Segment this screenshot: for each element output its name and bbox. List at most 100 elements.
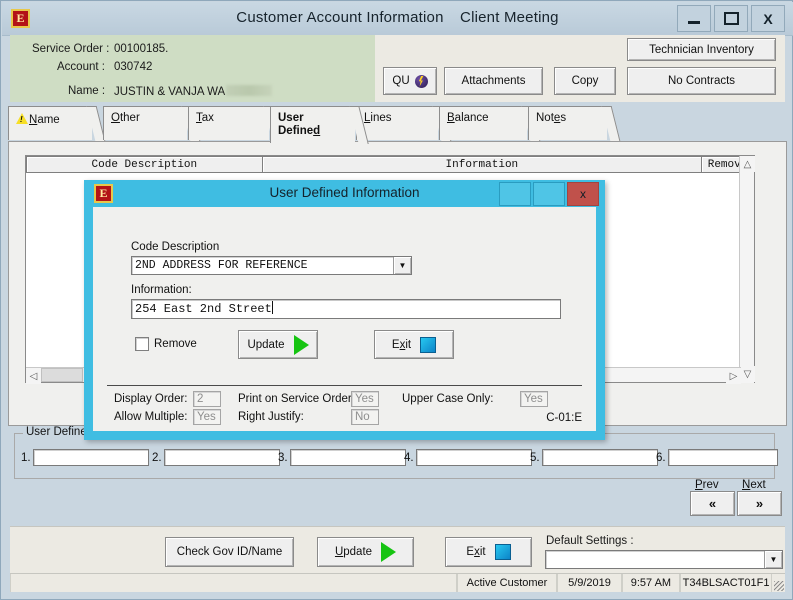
ud-field-2-input[interactable] bbox=[163, 449, 280, 466]
update-button[interactable]: Update bbox=[317, 537, 414, 567]
dialog-titlebar: E User Defined Information x bbox=[84, 180, 605, 207]
ud-field-5-number: 5. bbox=[530, 451, 540, 464]
scroll-down-icon[interactable]: ▽ bbox=[740, 366, 755, 382]
window-controls: X bbox=[674, 5, 785, 32]
status-message bbox=[10, 574, 457, 592]
main-titlebar: E Customer Account Information Client Me… bbox=[2, 2, 793, 36]
upper-case-only-label: Upper Case Only: bbox=[402, 393, 494, 405]
tab-lines[interactable]: Lines bbox=[356, 106, 438, 140]
status-terminal: T34BLSACT01F1 bbox=[679, 574, 773, 592]
technician-inventory-button[interactable]: Technician Inventory bbox=[627, 38, 776, 61]
exit-button-label: Exit bbox=[466, 546, 486, 558]
grid-col-information[interactable]: Information bbox=[262, 156, 703, 173]
status-bar: Active Customer 5/9/2019 9:57 AM T34BLSA… bbox=[10, 573, 785, 592]
resize-grip-icon[interactable] bbox=[772, 574, 785, 592]
ud-field-5-input[interactable] bbox=[541, 449, 658, 466]
window-title-secondary: Client Meeting bbox=[460, 9, 559, 26]
grid-header-row: Code Description Information Remove bbox=[26, 156, 754, 173]
tab-name[interactable]: Name bbox=[8, 106, 92, 140]
text-caret bbox=[271, 301, 273, 314]
information-label: Information: bbox=[131, 284, 192, 296]
information-value: 254 East 2nd Street bbox=[135, 302, 272, 316]
ud-field-4-input[interactable] bbox=[415, 449, 532, 466]
dialog-close-icon: x bbox=[580, 187, 586, 201]
check-gov-id-button[interactable]: Check Gov ID/Name bbox=[165, 537, 294, 567]
name-value: JUSTIN & VANJA WA bbox=[114, 85, 273, 98]
ud-field-6-number: 6. bbox=[656, 451, 666, 464]
ud-field-2: 2. bbox=[152, 449, 280, 466]
ud-field-6-input[interactable] bbox=[667, 449, 778, 466]
account-value: 030742 bbox=[114, 61, 153, 73]
right-justify-label: Right Justify: bbox=[238, 411, 304, 423]
application-window: E Customer Account Information Client Me… bbox=[0, 0, 793, 600]
no-contracts-button[interactable]: No Contracts bbox=[627, 67, 776, 95]
dialog-body: Code Description 2ND ADDRESS FOR REFEREN… bbox=[93, 207, 596, 431]
scroll-right-icon[interactable]: ▷ bbox=[726, 368, 741, 384]
status-customer-state: Active Customer bbox=[456, 574, 558, 592]
grid-col-code-description[interactable]: Code Description bbox=[26, 156, 263, 173]
ud-field-4: 4. bbox=[404, 449, 532, 466]
dialog-divider bbox=[107, 385, 582, 386]
exit-button[interactable]: Exit bbox=[445, 537, 532, 567]
copy-button[interactable]: Copy bbox=[554, 67, 616, 95]
allow-multiple-label: Allow Multiple: bbox=[114, 411, 188, 423]
user-defined-information-dialog: E User Defined Information x Code Descri… bbox=[84, 180, 605, 440]
customer-summary-panel: Service Order : 00100185. Account : 0307… bbox=[10, 35, 375, 102]
allow-multiple-value: Yes bbox=[193, 409, 221, 425]
dialog-exit-label: Exit bbox=[391, 338, 412, 351]
next-button[interactable]: » bbox=[737, 491, 782, 516]
print-on-service-order-label: Print on Service Order: bbox=[238, 393, 355, 405]
scroll-left-icon[interactable]: ◁ bbox=[26, 368, 41, 384]
tab-bar: Name Other Tax UserDefined Lines Balance… bbox=[8, 106, 787, 143]
tab-balance[interactable]: Balance bbox=[439, 106, 527, 140]
tab-notes-label: Notes bbox=[536, 112, 567, 124]
dialog-maximize-button[interactable] bbox=[533, 182, 565, 206]
next-label: Next bbox=[742, 479, 766, 491]
information-input[interactable]: 254 East 2nd Street bbox=[131, 299, 561, 319]
close-button[interactable]: X bbox=[751, 5, 785, 32]
print-on-service-order-value: Yes bbox=[351, 391, 379, 407]
tab-user-defined[interactable]: User Defined bbox=[270, 106, 355, 143]
hscroll-thumb[interactable] bbox=[41, 368, 83, 382]
display-order-label: Display Order: bbox=[114, 393, 188, 405]
default-settings-dropdown[interactable]: ▼ bbox=[545, 550, 783, 569]
attachments-button[interactable]: Attachments bbox=[444, 67, 543, 95]
tab-notes[interactable]: Notes bbox=[528, 106, 607, 140]
code-description-dropdown[interactable]: 2ND ADDRESS FOR REFERENCE ▼ bbox=[131, 256, 412, 275]
dialog-minimize-button[interactable] bbox=[499, 182, 531, 206]
dialog-update-button[interactable]: Update bbox=[238, 330, 318, 359]
maximize-button[interactable] bbox=[714, 5, 748, 32]
prev-label: Prev bbox=[695, 479, 719, 491]
display-order-value: 2 bbox=[193, 391, 221, 407]
scroll-up-icon[interactable]: △ bbox=[740, 156, 755, 172]
dialog-play-triangle-icon bbox=[293, 334, 309, 355]
ud-field-3-input[interactable] bbox=[289, 449, 406, 466]
remove-checkbox-label: Remove bbox=[154, 338, 197, 350]
tab-other[interactable]: Other bbox=[103, 106, 187, 140]
status-date: 5/9/2019 bbox=[557, 574, 622, 592]
tab-other-label: Other bbox=[111, 112, 140, 124]
play-triangle-icon bbox=[381, 542, 397, 562]
exit-square-icon bbox=[494, 544, 511, 560]
dialog-exit-button[interactable]: Exit bbox=[374, 330, 454, 359]
ud-field-4-number: 4. bbox=[404, 451, 414, 464]
dialog-close-button[interactable]: x bbox=[567, 182, 599, 206]
tab-user-defined-label: User Defined bbox=[278, 112, 321, 137]
tab-balance-label: Balance bbox=[447, 112, 489, 124]
default-settings-label: Default Settings : bbox=[546, 535, 634, 547]
service-order-value: 00100185. bbox=[114, 43, 169, 55]
window-title-primary: Customer Account Information bbox=[236, 9, 444, 26]
minimize-button[interactable] bbox=[677, 5, 711, 32]
dialog-update-label: Update bbox=[247, 338, 285, 351]
close-icon: X bbox=[763, 10, 773, 27]
upper-case-only-value: Yes bbox=[520, 391, 548, 407]
qu-button[interactable]: QU bbox=[383, 67, 437, 95]
tab-tax[interactable]: Tax bbox=[188, 106, 269, 140]
maximize-icon bbox=[723, 12, 739, 25]
grid-vertical-scrollbar[interactable]: △ ▽ bbox=[739, 156, 755, 383]
prev-button[interactable]: « bbox=[690, 491, 735, 516]
ud-field-1-input[interactable] bbox=[32, 449, 149, 466]
chevron-down-icon[interactable]: ▼ bbox=[764, 551, 782, 568]
code-description-chevron-down-icon[interactable]: ▼ bbox=[393, 257, 411, 274]
remove-checkbox[interactable]: Remove bbox=[135, 337, 197, 351]
